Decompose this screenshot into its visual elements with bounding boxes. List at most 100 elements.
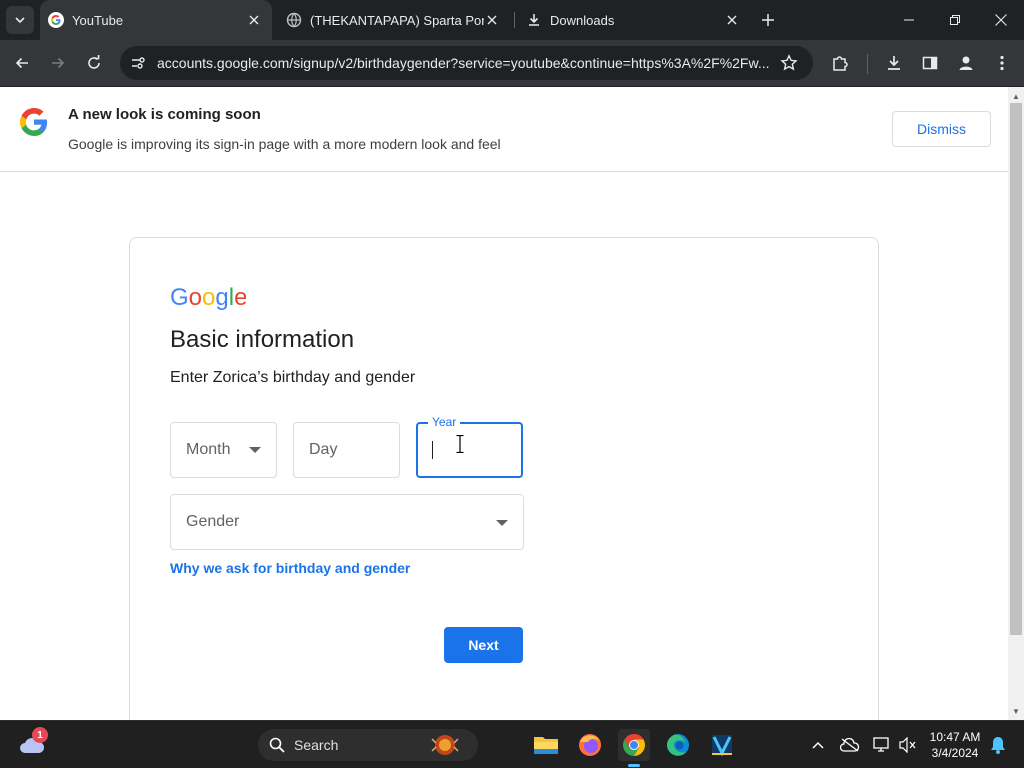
year-input[interactable]: Year (416, 415, 523, 478)
minimize-icon (904, 19, 914, 21)
forward-button[interactable] (44, 49, 72, 77)
chevron-up-icon (812, 741, 824, 749)
firefox-icon (579, 734, 601, 756)
url-text: accounts.google.com/signup/v2/birthdayge… (157, 55, 770, 71)
arrow-right-icon (52, 57, 65, 69)
side-panel-icon (922, 56, 938, 70)
extensions-button[interactable] (826, 49, 854, 77)
dismiss-button[interactable]: Dismiss (892, 111, 991, 147)
wordmark-letter: e (234, 284, 246, 310)
tab-title: (THEKANTAPAPA) Sparta Porta (310, 12, 484, 28)
google-wordmark: Google (170, 284, 246, 310)
close-icon (249, 15, 259, 25)
volume-tray-icon[interactable] (892, 729, 924, 761)
reload-button[interactable] (80, 49, 108, 77)
wordmark-letter: o (189, 284, 202, 310)
new-look-banner: A new look is coming soon Google is impr… (0, 87, 1008, 172)
address-bar[interactable]: accounts.google.com/signup/v2/birthdayge… (120, 46, 813, 80)
page-subtitle: Enter Zorica’s birthday and gender (170, 369, 416, 386)
video-editor-app[interactable] (706, 729, 738, 761)
scroll-thumb[interactable] (1010, 103, 1022, 635)
text-cursor (432, 441, 433, 459)
page-title: Basic information (170, 326, 355, 353)
restore-button[interactable] (932, 0, 978, 40)
close-tab-button[interactable] (724, 12, 740, 28)
browser-menu-button[interactable] (988, 49, 1016, 77)
scroll-down-arrow-icon[interactable]: ▼ (1008, 704, 1024, 718)
reload-icon (88, 55, 100, 69)
globe-icon (286, 12, 302, 28)
page-viewport: A new look is coming soon Google is impr… (0, 87, 1024, 720)
show-hidden-icons-button[interactable] (802, 729, 834, 761)
downloads-button[interactable] (880, 49, 908, 77)
close-icon (995, 14, 1007, 26)
star-icon[interactable] (780, 54, 798, 72)
caret-down-icon (249, 447, 261, 453)
year-label: Year (428, 415, 461, 429)
ibeam-cursor-icon (456, 435, 464, 453)
new-tab-button[interactable] (758, 10, 778, 30)
google-logo-icon (20, 108, 48, 136)
browser-toolbar: accounts.google.com/signup/v2/birthdayge… (0, 40, 1024, 87)
scroll-up-arrow-icon[interactable]: ▲ (1008, 89, 1024, 103)
edge-app[interactable] (662, 729, 694, 761)
gender-placeholder: Gender (186, 513, 240, 530)
clock-time: 10:47 AM (929, 730, 981, 744)
more-vert-icon (1000, 55, 1004, 71)
file-explorer-app[interactable] (530, 729, 562, 761)
tab-youtube[interactable]: YouTube (40, 0, 272, 40)
close-window-button[interactable] (978, 0, 1024, 40)
why-we-ask-link[interactable]: Why we ask for birthday and gender (170, 560, 410, 576)
cloud-off-icon (840, 738, 860, 752)
next-button[interactable]: Next (444, 627, 523, 663)
site-settings-icon[interactable] (130, 55, 146, 71)
windows-taskbar: 1 Search 10:47 AM 3/4/2024 (0, 720, 1024, 768)
puzzle-icon (833, 56, 848, 71)
weather-widget[interactable]: 1 (16, 727, 48, 761)
arrow-left-icon (15, 57, 28, 69)
tab-downloads[interactable]: Downloads (518, 0, 750, 40)
banner-title: A new look is coming soon (68, 106, 261, 123)
download-icon (529, 14, 539, 26)
search-label: Search (294, 737, 339, 753)
taskbar-clock[interactable]: 10:47 AM 3/4/2024 (922, 729, 988, 761)
wordmark-letter: g (215, 284, 228, 310)
firefox-app[interactable] (574, 729, 606, 761)
chevron-down-icon (15, 17, 25, 24)
chrome-app[interactable] (618, 729, 650, 767)
tab-search-button[interactable] (6, 6, 34, 34)
month-placeholder: Month (186, 441, 231, 458)
notification-badge: 1 (32, 727, 48, 743)
close-icon (727, 15, 737, 25)
day-placeholder: Day (309, 441, 338, 458)
onedrive-tray-icon[interactable] (834, 729, 866, 761)
close-tab-button[interactable] (484, 12, 500, 28)
download-icon (888, 56, 900, 70)
toolbar-divider (867, 54, 868, 74)
clock-date: 3/4/2024 (931, 746, 979, 760)
day-input[interactable]: Day (293, 422, 400, 478)
edge-icon (667, 734, 689, 756)
video-editor-icon (712, 735, 732, 757)
notifications-button[interactable] (982, 729, 1014, 761)
minimize-button[interactable] (886, 0, 932, 40)
wordmark-letter: o (202, 284, 215, 310)
plus-icon (762, 14, 774, 26)
month-select[interactable]: Month (170, 422, 277, 478)
back-button[interactable] (8, 49, 36, 77)
gender-select[interactable]: Gender (170, 494, 524, 550)
search-icon (269, 737, 285, 753)
profile-button[interactable] (952, 49, 980, 77)
close-tab-button[interactable] (246, 12, 262, 28)
bell-icon (991, 737, 1005, 754)
network-icon (873, 737, 889, 752)
tab-strip: YouTube (THEKANTAPAPA) Sparta Porta Down… (0, 0, 1024, 40)
side-panel-button[interactable] (916, 49, 944, 77)
tab-separator (514, 12, 515, 28)
chrome-icon (623, 734, 645, 756)
tab-sparta-porta[interactable]: (THEKANTAPAPA) Sparta Porta (278, 0, 510, 40)
google-icon (48, 12, 64, 28)
folder-icon (534, 737, 558, 754)
taskbar-search[interactable]: Search (258, 729, 478, 761)
banner-description: Google is improving its sign-in page wit… (68, 136, 501, 152)
